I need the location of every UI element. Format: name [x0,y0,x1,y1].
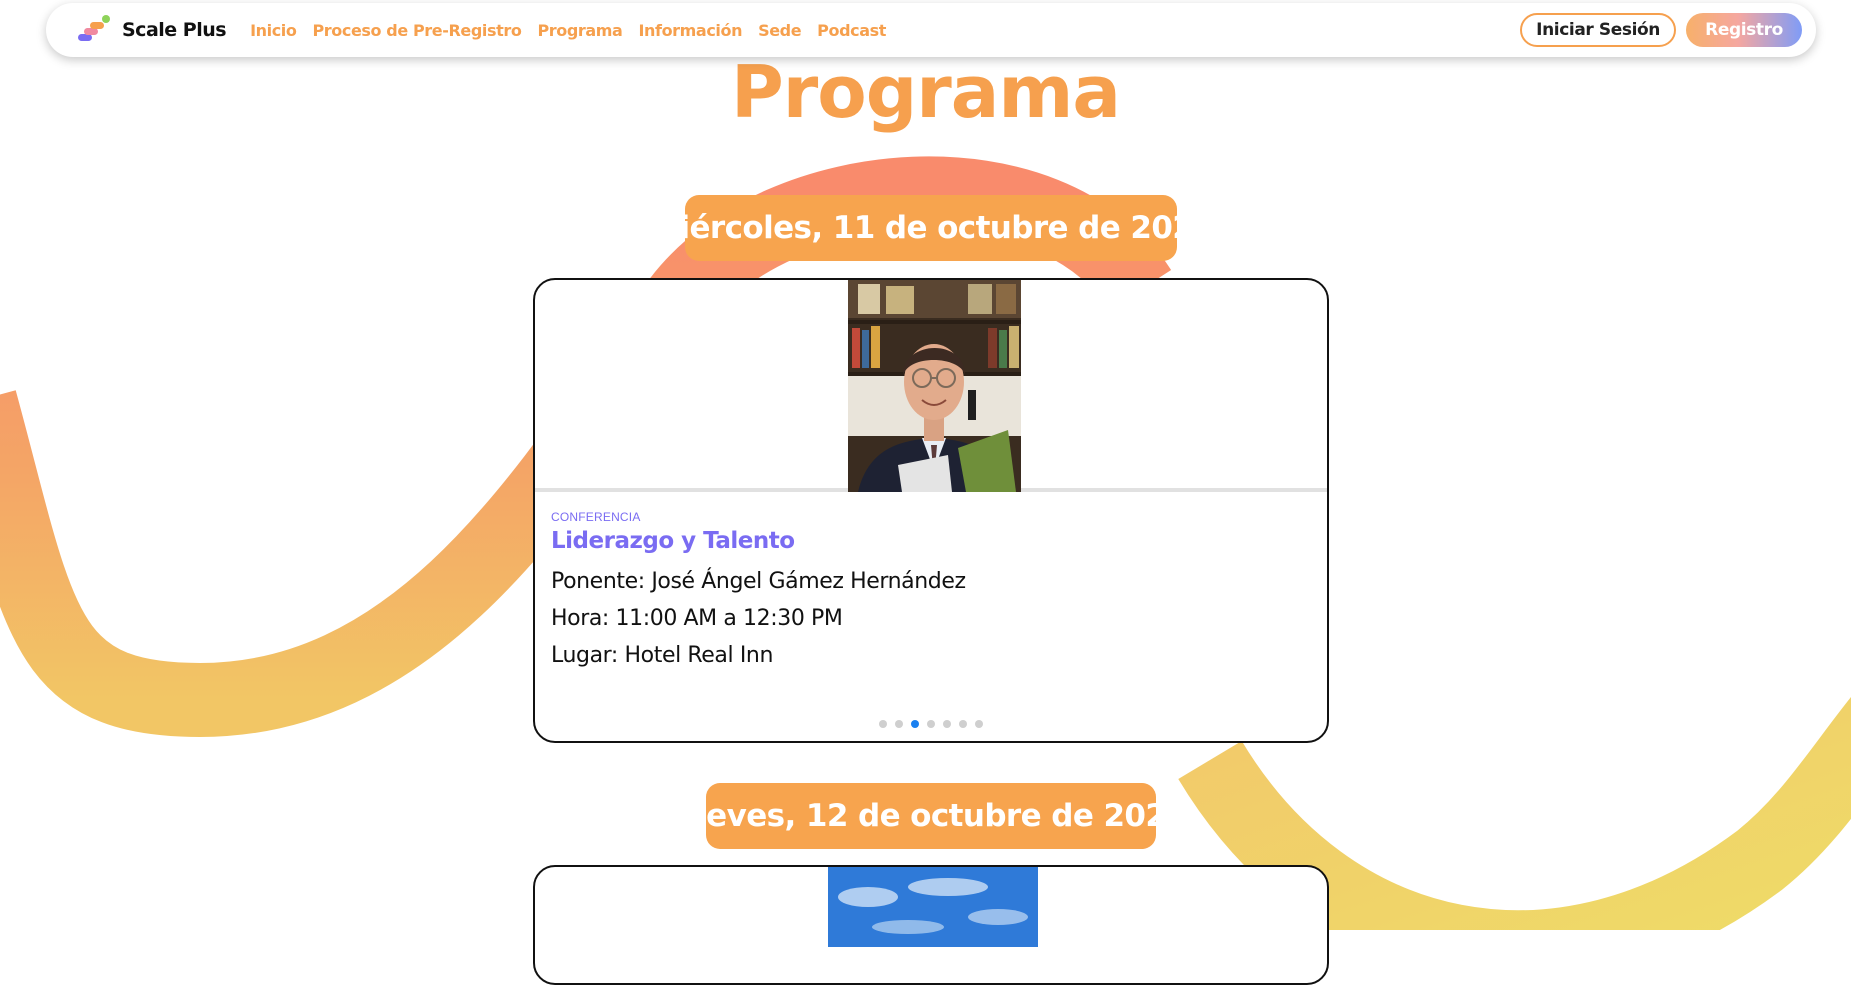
scale-plus-logo-icon [76,13,114,48]
brand-logo-link[interactable]: Scale Plus [76,13,227,48]
event-photo-sky [828,867,1038,947]
carousel-dot[interactable] [911,720,919,728]
event-card-day-2 [533,865,1329,985]
date-badge-day-1: miércoles, 11 de octubre de 2023 [648,195,1215,261]
date-badge-day-2: jueves, 12 de octubre de 2023 [675,783,1188,849]
carousel-dot[interactable] [895,720,903,728]
nav-link-programa[interactable]: Programa [537,21,622,40]
login-button[interactable]: Iniciar Sesión [1520,13,1676,47]
speaker-photo [848,280,1021,492]
event-photo-area [535,280,1327,492]
nav-link-informacion[interactable]: Información [638,21,742,40]
brand-name: Scale Plus [122,19,227,41]
carousel-dot[interactable] [975,720,983,728]
nav-links: Inicio Proceso de Pre-Registro Programa … [250,21,886,40]
nav-link-inicio[interactable]: Inicio [250,21,297,40]
nav-link-pre-registro[interactable]: Proceso de Pre-Registro [312,21,521,40]
event-place: Lugar: Hotel Real Inn [551,643,773,668]
event-time: Hora: 11:00 AM a 12:30 PM [551,606,843,631]
event-category: CONFERENCIA [551,510,641,524]
carousel-dot[interactable] [927,720,935,728]
carousel-dots [535,720,1327,728]
nav-actions: Iniciar Sesión Registro [1520,13,1802,47]
top-navbar: Scale Plus Inicio Proceso de Pre-Registr… [46,3,1816,57]
carousel-dot[interactable] [943,720,951,728]
nav-link-sede[interactable]: Sede [758,21,801,40]
register-button[interactable]: Registro [1686,13,1802,47]
carousel-dot[interactable] [879,720,887,728]
event-card: CONFERENCIA Liderazgo y Talento Ponente:… [533,278,1329,743]
page-title: Programa [731,50,1121,134]
nav-link-podcast[interactable]: Podcast [817,21,886,40]
event-speaker: Ponente: José Ángel Gámez Hernández [551,569,966,594]
event-title: Liderazgo y Talento [551,528,795,554]
event-details: CONFERENCIA Liderazgo y Talento Ponente:… [535,492,1327,669]
carousel-dot[interactable] [959,720,967,728]
